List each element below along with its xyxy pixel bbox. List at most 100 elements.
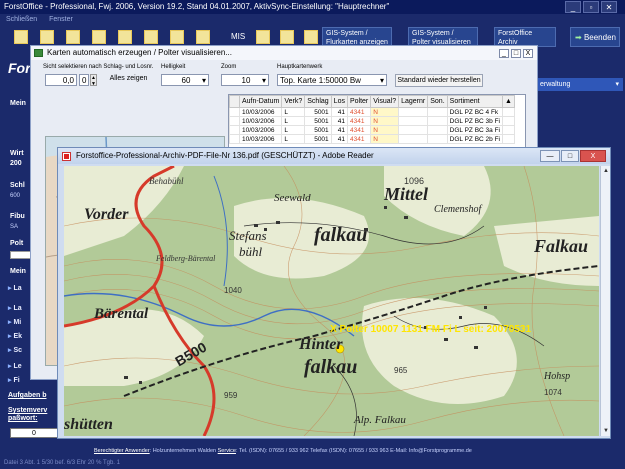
pdf-close-button[interactable]: X [580,150,606,162]
systemverwaltung-link[interactable]: Systemverv paßwort: [8,407,47,423]
column-visual[interactable]: Visual? [370,95,400,108]
column-polter[interactable]: Polter [346,95,372,108]
left-link-4[interactable]: Ek [8,332,22,340]
cell: 5001 [304,116,332,126]
column-lagernr[interactable]: Lagernr [398,95,429,108]
map-label-alpfalkau: Alp. Falkau [354,414,406,426]
pdf-viewer-window: Forstoffice-Professional-Archiv-PDF-File… [57,147,611,439]
aufgaben-link[interactable]: Aufgaben b [8,392,47,399]
column-schlag[interactable]: Schlag [304,95,332,108]
cell: N [370,116,400,126]
column-sortiment[interactable]: Sortiment [446,95,503,108]
left-label-schlag: Schl [10,182,25,189]
cell [427,116,448,126]
cell: 41 [330,125,348,135]
scroll-up-icon[interactable]: ▲ [501,95,515,108]
tree-icon[interactable] [196,30,210,44]
cell: DGL PZ BC 3b Fi [446,116,503,126]
karten-minimize-button[interactable]: _ [499,49,509,58]
column-aufn-datum[interactable]: Aufn-Datum [238,95,283,108]
zoom-select[interactable]: 10 ▾ [221,74,269,86]
forstoffice-archiv-label-1: ForstOffice [498,30,533,37]
map-label-n965: 965 [394,366,408,375]
map-label-falkau-right: Falkau [534,236,589,256]
left-link-1[interactable]: La [8,284,21,292]
map-label-hohspi: Hohsp [544,371,571,382]
forstoffice-archiv-button[interactable]: ForstOffice Archiv [494,27,556,47]
sicht-input[interactable]: 0,0 [45,74,77,86]
save-icon[interactable] [40,30,54,44]
folder-icon[interactable] [118,30,132,44]
folder-icon[interactable] [280,30,294,44]
table-row[interactable]: 10/03/2006 L 5001 41 4341 N DGL PZ BC 2b… [229,134,515,144]
left-link-7[interactable]: Fi [8,376,19,384]
left-label-sa: SA [10,224,19,230]
close-button[interactable]: ✕ [601,1,617,13]
maximize-button[interactable]: ▫ [583,1,599,13]
map-label-mittel: Mittel [384,184,428,204]
document-icon[interactable] [144,30,158,44]
chevron-down-icon: ▾ [201,76,206,85]
cell: 10/03/2006 [238,125,283,135]
zoom-value: 10 [241,76,251,85]
menu-schliessen[interactable]: Schließen [6,16,37,23]
folder-icon[interactable] [14,30,28,44]
scroll-down-button[interactable]: ▼ [601,426,611,436]
standard-button[interactable]: Standard wieder herstellen [395,74,483,87]
folder-icon[interactable] [256,30,270,44]
helligkeit-value: 60 [181,76,191,85]
polter-marker-label[interactable]: X Polter 10007 1131 FM Fi L seit: 200705… [330,324,531,335]
topographic-map[interactable]: Behabühl Vorder Seewald Mittel falkau Cl… [64,166,599,436]
table-row[interactable]: 10/03/2006 L 5001 41 4341 N DGL PZ BC 4 … [229,107,515,117]
table-row[interactable]: 10/03/2006 L 5001 41 4341 N DGL PZ BC 3b… [229,116,515,126]
map-label-n959: 959 [224,391,238,400]
column-son[interactable]: Son. [427,95,448,108]
map-label-barental: Bärental [94,306,149,322]
cell: 10/03/2006 [238,107,283,117]
map-label-n1096: 1096 [404,176,425,186]
beenden-button[interactable]: ➡ Beenden [570,27,620,47]
minimize-button[interactable]: _ [565,1,581,13]
left-label-polter: Polt [10,240,24,247]
left-link-2[interactable]: La [8,304,21,312]
left-link-3[interactable]: Mi [8,318,21,326]
left-link-5[interactable]: Sc [8,346,22,354]
cell [427,134,448,144]
gis-polter-button[interactable]: GIS-System / Polter visualisieren [408,27,478,47]
pdf-maximize-button[interactable]: □ [561,150,579,162]
mis-button[interactable]: MIS [228,27,249,47]
helligkeit-select[interactable]: 60 ▾ [161,74,209,86]
pdf-minimize-button[interactable]: — [540,150,560,162]
map-label-vorder: Vorder [84,206,129,223]
systemverwaltung-label: Systemverv [8,407,48,414]
spin-stepper[interactable]: ▲ ▼ [90,74,97,87]
map-label-feldberg: Feldberg-Bärental [156,254,216,263]
column-los[interactable]: Los [330,95,348,108]
gis-flurkarten-button[interactable]: GIS-System / Flurkarten anzeigen [322,27,392,47]
cell: 41 [330,116,348,126]
verwaltung-dropdown[interactable]: erwaltung ▾ [537,78,623,91]
berechtigter-link[interactable]: Berechtigter Anwender [94,448,150,454]
alles-zeigen-button[interactable]: Alles zeigen [101,73,156,86]
table-row[interactable]: 10/03/2006 L 5001 41 4341 N DGL PZ BC 3a… [229,125,515,135]
left-link-6[interactable]: Le [8,362,21,370]
service-link[interactable]: Service [218,448,236,454]
print-icon[interactable] [66,30,80,44]
row-indicator [229,125,240,135]
chart-icon[interactable] [170,30,184,44]
pencil-icon[interactable] [304,30,318,44]
hauptkartenwerk-select[interactable]: Top. Karte 1:50000 Bw ▾ [277,74,387,86]
pencil-icon[interactable] [92,30,106,44]
column-verk[interactable]: Verk? [281,95,306,108]
karten-close-button[interactable]: X [523,49,533,58]
spin-input[interactable]: 0 [79,74,89,86]
row-indicator [229,107,240,117]
cell: N [370,134,400,144]
karten-maximize-button[interactable]: □ [511,49,521,58]
beenden-label: Beenden [583,33,616,42]
scroll-up-button[interactable]: ▲ [601,166,611,176]
left-label-meine-2: Mein [10,268,26,275]
passwort-input[interactable]: 0 [10,428,58,438]
pdf-scrollbar[interactable]: ▲ ▼ [600,166,610,436]
menu-fenster[interactable]: Fenster [49,16,73,23]
